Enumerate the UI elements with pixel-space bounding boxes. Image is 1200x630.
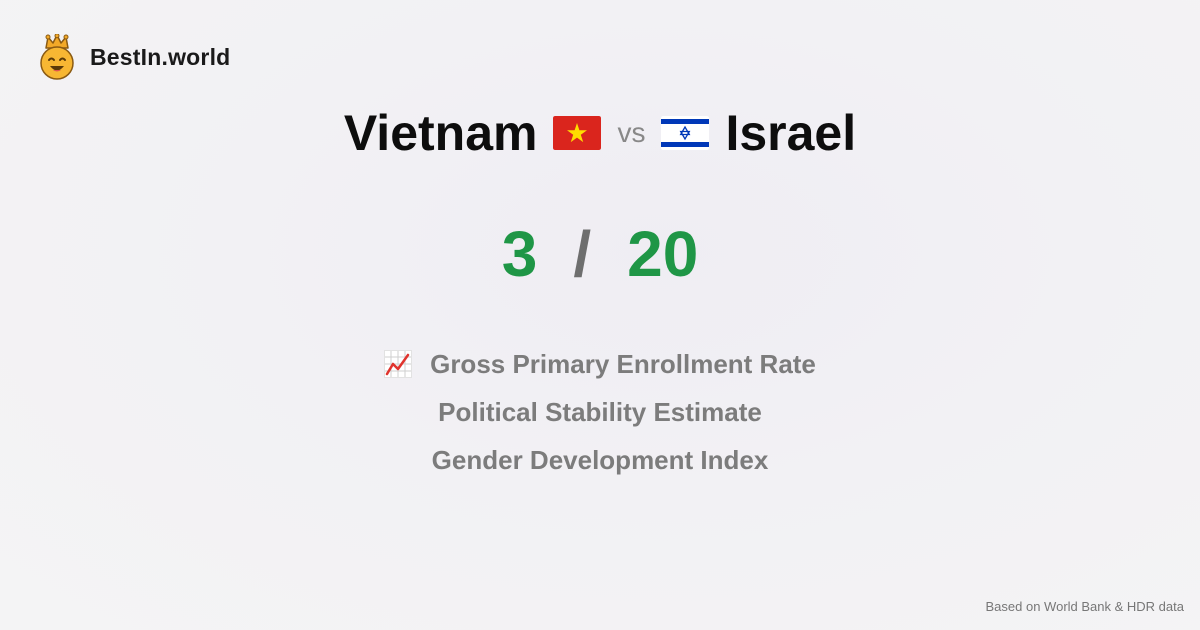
metric-label: Political Stability Estimate bbox=[438, 397, 762, 427]
israel-flag-icon bbox=[661, 116, 710, 150]
vietnam-flag-icon bbox=[553, 116, 602, 150]
data-source-note: Based on World Bank & HDR data bbox=[985, 599, 1184, 614]
metric-item: Gross Primary Enrollment Rate bbox=[384, 340, 816, 388]
left-country-name: Vietnam bbox=[343, 105, 538, 161]
chart-increasing-icon bbox=[384, 350, 413, 378]
comparison-title: Vietnam vs Israel bbox=[0, 108, 1200, 158]
metric-item: Political Stability Estimate bbox=[438, 388, 762, 436]
metric-item: Gender Development Index bbox=[432, 436, 769, 484]
score-separator: / bbox=[573, 218, 592, 290]
left-score: 3 bbox=[501, 218, 538, 290]
metrics-list: Gross Primary Enrollment Rate Political … bbox=[0, 340, 1200, 484]
crowned-smiley-icon bbox=[40, 34, 74, 80]
right-country-name: Israel bbox=[725, 105, 857, 161]
metric-label: Gender Development Index bbox=[431, 445, 769, 475]
vs-label: vs bbox=[617, 117, 646, 148]
brand-name: BestIn.world bbox=[90, 43, 231, 70]
brand[interactable]: BestIn.world bbox=[38, 34, 230, 80]
right-score: 20 bbox=[627, 218, 699, 290]
metric-label: Gross Primary Enrollment Rate bbox=[430, 349, 816, 379]
score-row: 3 / 20 bbox=[0, 222, 1200, 286]
